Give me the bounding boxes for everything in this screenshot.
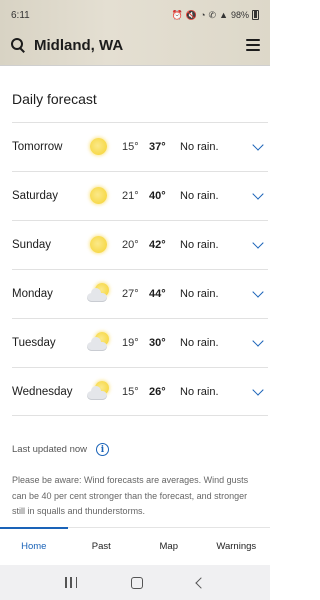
forecast-row[interactable]: Sunday 20° 42° No rain. [12,220,268,269]
battery-text: 98% [230,10,249,20]
forecast-day: Saturday [12,190,59,202]
hamburger-menu-icon[interactable] [246,39,260,51]
partly-cloudy-icon [86,282,112,306]
status-time: 6:11 [11,9,30,21]
forecast-day: Monday [12,288,53,300]
max-temp: 42° [149,239,166,251]
forecast-summary: No rain. [180,337,219,349]
min-temp: 27° [122,288,139,300]
partly-cloudy-icon [86,380,112,404]
back-icon[interactable] [195,576,207,589]
forecast-day: Tomorrow [12,141,63,153]
chevron-down-icon[interactable] [252,237,264,249]
chevron-down-icon[interactable] [252,188,264,200]
nav-warnings[interactable]: Warnings [203,528,271,565]
forecast-row[interactable]: Tomorrow 15° 37° No rain. [12,122,268,171]
forecast-day: Wednesday [12,385,73,398]
partly-cloudy-icon [86,331,112,355]
search-bar[interactable]: Midland, WA [0,30,270,60]
forecast-summary: No rain. [180,141,219,153]
forecast-day: Sunday [12,239,52,251]
forecast-summary: No rain. [180,190,219,202]
chevron-down-icon[interactable] [252,286,264,298]
min-temp: 20° [122,239,139,251]
min-temp: 21° [122,190,139,202]
chevron-down-icon[interactable] [252,335,264,347]
max-temp: 44° [149,288,166,300]
page-title: Daily forecast [12,91,97,107]
forecast-row[interactable]: Tuesday 19° 30° No rain. [12,318,268,367]
wind-notice: Please be aware: Wind forecasts are aver… [12,475,249,516]
sunny-icon [86,233,112,257]
forecast-row[interactable]: Saturday 21° 40° No rain. [12,171,268,220]
max-temp: 26° [149,385,166,398]
sunny-icon [86,184,112,208]
nav-past[interactable]: Past [68,528,136,565]
last-updated: Last updated now i [12,443,110,456]
app-header: 6:11 ⏰ 🔇 ◔ ✆ ▲ 98% Midland, WA [0,0,270,66]
forecast-list: Tomorrow 15° 37° No rain. Saturday 21° 4… [12,122,268,416]
battery-icon [252,10,259,20]
chevron-down-icon[interactable] [252,383,264,396]
search-icon[interactable] [10,37,26,53]
last-updated-text: Last updated now [12,444,88,455]
nav-home[interactable]: Home [0,527,68,565]
chevron-down-icon[interactable] [252,139,264,151]
min-temp: 15° [122,385,139,398]
wifi-icon: ◔ [200,10,206,20]
forecast-row[interactable]: Monday 27° 44° No rain. [12,269,268,318]
min-temp: 19° [122,337,139,349]
call-icon: ✆ [208,9,217,20]
forecast-summary: No rain. [180,288,219,300]
forecast-row[interactable]: Wednesday 15° 26° No rain. [12,367,268,416]
status-icons: ⏰ 🔇 ◔ ✆ ▲ 98% [172,10,259,21]
location-name[interactable]: Midland, WA [34,37,246,54]
sunny-icon [86,135,112,159]
forecast-summary: No rain. [180,385,219,398]
signal-icon: ▲ [219,10,228,20]
bottom-nav: Home Past Map Warnings [0,527,270,565]
max-temp: 40° [149,190,166,202]
alarm-icon: ⏰ [171,9,183,20]
max-temp: 37° [149,141,166,153]
nav-map[interactable]: Map [135,528,203,565]
info-icon[interactable]: i [96,443,110,456]
min-temp: 15° [122,141,139,153]
mute-icon: 🔇 [185,9,198,20]
home-icon[interactable] [131,576,143,589]
max-temp: 30° [149,337,166,349]
status-bar: 6:11 ⏰ 🔇 ◔ ✆ ▲ 98% [0,0,270,30]
recent-apps-icon[interactable] [65,577,77,588]
forecast-day: Tuesday [12,337,56,349]
system-nav-bar [0,565,270,600]
forecast-summary: No rain. [180,239,219,251]
